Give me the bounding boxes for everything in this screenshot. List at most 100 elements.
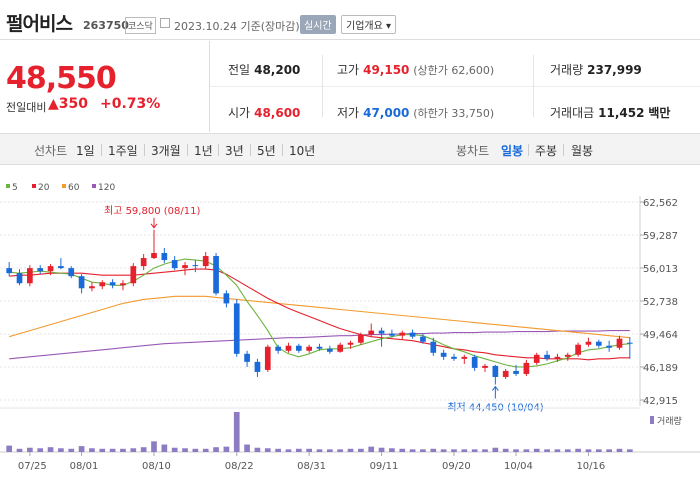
volume-bar (99, 448, 106, 452)
candle-body (533, 354, 540, 363)
volume-bar (461, 449, 468, 452)
change-value: ▲350 (48, 96, 88, 112)
volume-bar (295, 448, 302, 452)
volume-bar (68, 448, 75, 452)
volume-bar (471, 449, 478, 452)
candle-body (223, 293, 230, 304)
candle-body (337, 344, 344, 352)
legend-swatch (62, 184, 66, 188)
volume-bar (192, 448, 199, 452)
candle-body (89, 286, 95, 289)
stat-low: 저가 47,000 (하한가 33,750) (337, 104, 494, 121)
volume-bar (544, 449, 550, 452)
candle-body (326, 348, 333, 352)
y-tick-label: 46,189 (643, 363, 678, 374)
tab-period-1d[interactable]: 1일 (76, 142, 95, 159)
volume-bar (606, 449, 612, 452)
candle-body (606, 345, 612, 348)
candle-body (523, 362, 530, 374)
change-percent: +0.73% (100, 96, 161, 112)
price-chart[interactable]: 5 20 60 120 62,562 59,287 56,013 52,738 49,464 46… (0, 166, 700, 490)
candle-body (254, 361, 261, 372)
tab-period-10y[interactable]: 10년 (289, 142, 315, 159)
volume-legend-swatch (650, 416, 654, 424)
candle-body (130, 266, 137, 284)
volume-bar (513, 449, 519, 452)
volume-bar (151, 441, 157, 452)
x-tick-label: 08/31 (297, 461, 326, 472)
tab-separator (218, 144, 219, 156)
date-text: 2023.10.24 기준(장마감) (174, 20, 300, 33)
volume-bar (595, 449, 602, 452)
current-price: 48,550 (6, 61, 117, 96)
volume-bar (130, 448, 137, 452)
x-tick-label: 10/16 (576, 461, 605, 472)
legend-label: 120 (98, 183, 115, 193)
tab-period-1w[interactable]: 1주일 (108, 142, 138, 159)
tab-period-1y[interactable]: 1년 (194, 142, 213, 159)
tab-separator (144, 144, 145, 156)
volume-bar (389, 448, 395, 452)
volume-bar (451, 449, 457, 452)
candle-body (513, 370, 519, 374)
candle-body (68, 268, 75, 277)
stat-label: 저가 (337, 106, 360, 120)
tab-candle-daily[interactable]: 일봉 (501, 142, 523, 159)
candle-body (626, 342, 633, 344)
volume-bar (47, 447, 54, 452)
tab-period-3m[interactable]: 3개월 (151, 142, 181, 159)
candle-body (16, 273, 23, 284)
volume-bar (430, 448, 437, 452)
tab-candle-monthly[interactable]: 월봉 (571, 142, 593, 159)
candle-body (285, 345, 292, 351)
y-tick-label: 49,464 (643, 330, 678, 341)
candle-body (202, 256, 209, 267)
candle-body (316, 346, 323, 349)
realtime-button[interactable]: 실시간 (300, 15, 336, 34)
candle-body (461, 356, 468, 359)
tab-separator (282, 144, 283, 156)
volume-bar (78, 446, 85, 452)
candle-body (492, 365, 499, 377)
x-tick-label: 10/04 (504, 461, 533, 472)
candle-body (368, 330, 375, 335)
candle-body (347, 342, 354, 345)
volume-bar (616, 448, 623, 452)
tab-period-3y[interactable]: 3년 (225, 142, 244, 159)
volume-bar (378, 447, 385, 452)
candle-body (616, 338, 623, 348)
chart-tabs: 선차트 1일 1주일 3개월 1년 3년 5년 10년 봉차트 일봉 주봉 월봉 (0, 133, 700, 165)
volume-bar (202, 448, 209, 452)
volume-bar (482, 449, 488, 452)
up-arrow-icon: ▲ (48, 96, 59, 112)
stat-high: 고가 49,150 (상한가 62,600) (337, 61, 494, 78)
tab-separator (250, 144, 251, 156)
company-overview-dropdown[interactable]: 기업개요 ▾ (341, 15, 396, 34)
volume-bar (399, 448, 406, 452)
candle-body (275, 346, 281, 351)
change-amount: 350 (58, 96, 89, 112)
candle-body (378, 330, 385, 334)
tab-period-5y[interactable]: 5년 (257, 142, 276, 159)
candle-body (595, 341, 602, 346)
stat-open: 시가 48,600 (228, 104, 300, 121)
stat-label: 거래대금 (550, 106, 595, 120)
legend-swatch (32, 184, 36, 188)
volume-bar (347, 448, 354, 452)
candle-body (109, 282, 116, 286)
x-tick-label: 08/10 (142, 461, 171, 472)
candle-body (502, 370, 509, 377)
candle-body (440, 352, 447, 357)
candle-body (99, 282, 106, 287)
stat-volume: 거래량 237,999 (550, 61, 642, 78)
stat-label: 거래량 (550, 63, 584, 77)
candle-body (409, 332, 416, 337)
stat-value: 48,600 (254, 106, 301, 120)
stat-label: 시가 (228, 106, 251, 120)
candle-body (120, 283, 126, 286)
volume-bar (358, 448, 364, 452)
candlestick-chart-svg[interactable]: 5 20 60 120 62,562 59,287 56,013 52,738 49,464 46… (0, 166, 700, 490)
volume-bar (564, 449, 571, 452)
tab-candle-weekly[interactable]: 주봉 (535, 142, 557, 159)
candle-chart-label: 봉차트 (456, 144, 490, 158)
